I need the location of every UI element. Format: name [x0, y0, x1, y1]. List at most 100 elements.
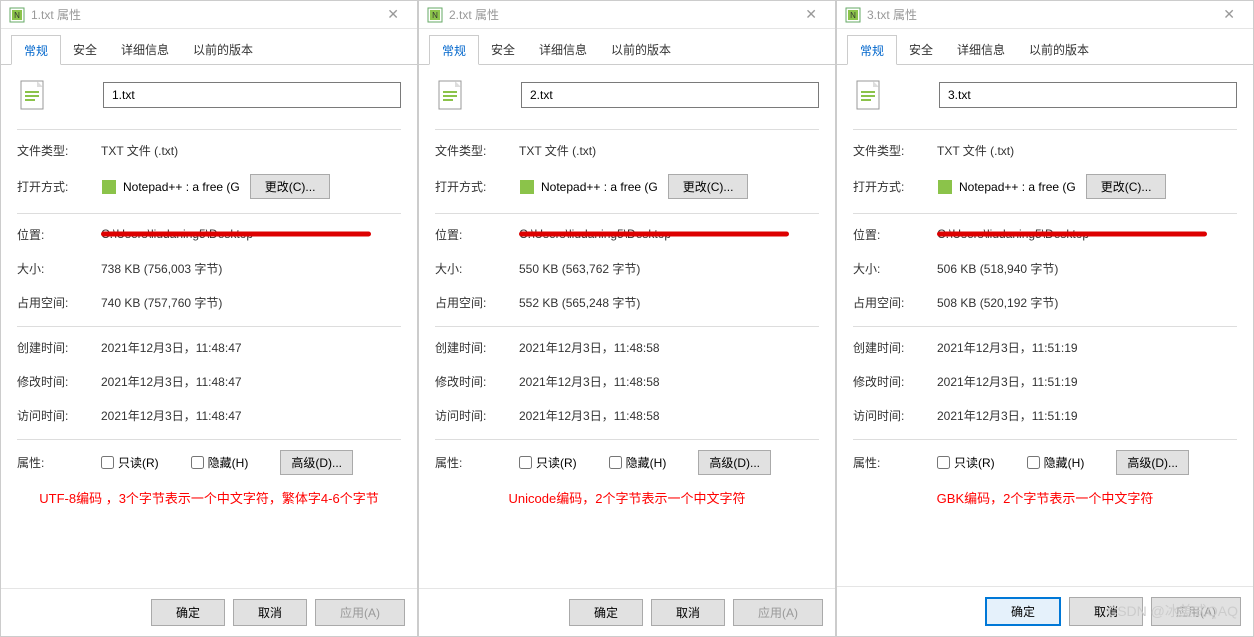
tab-security[interactable]: 安全 [61, 35, 109, 64]
file-type-label: 文件类型: [17, 142, 101, 159]
opens-with-value: Notepad++ : a free (G [541, 180, 658, 194]
properties-dialog-2: N 2.txt 属性 ✕ 常规 安全 详细信息 以前的版本 2.txt 文件类型… [418, 0, 836, 637]
file-type-icon [17, 79, 49, 111]
advanced-button[interactable]: 高级(D)... [698, 450, 771, 475]
location-label: 位置: [853, 226, 937, 243]
accessed-label: 访问时间: [435, 407, 519, 424]
notepad-plus-plus-icon [101, 179, 117, 195]
close-button[interactable]: ✕ [1213, 2, 1245, 27]
tab-security[interactable]: 安全 [897, 35, 945, 64]
size-label: 大小: [853, 260, 937, 277]
tab-content: 1.txt 文件类型:TXT 文件 (.txt) 打开方式: Notepad++… [1, 65, 417, 588]
apply-button[interactable]: 应用(A) [1151, 597, 1241, 626]
tab-details[interactable]: 详细信息 [527, 35, 599, 64]
divider [853, 439, 1237, 440]
location-label: 位置: [17, 226, 101, 243]
accessed-label: 访问时间: [853, 407, 937, 424]
accessed-value: 2021年12月3日，11:48:58 [519, 407, 819, 424]
filename-input[interactable]: 2.txt [521, 82, 819, 108]
readonly-checkbox[interactable]: 只读(R) [937, 454, 995, 471]
readonly-checkbox[interactable]: 只读(R) [101, 454, 159, 471]
tabs: 常规 安全 详细信息 以前的版本 [837, 29, 1253, 65]
location-value: C:\Users\liudaning5\Desktop [937, 227, 1237, 241]
dialog-footer: 确定 取消 应用(A) [419, 588, 835, 636]
cancel-button[interactable]: 取消 [1069, 597, 1143, 626]
cancel-button[interactable]: 取消 [233, 599, 307, 626]
hidden-checkbox[interactable]: 隐藏(H) [1027, 454, 1085, 471]
readonly-checkbox[interactable]: 只读(R) [519, 454, 577, 471]
tab-general[interactable]: 常规 [847, 35, 897, 65]
created-value: 2021年12月3日，11:48:58 [519, 339, 819, 356]
tab-general[interactable]: 常规 [11, 35, 61, 65]
ok-button[interactable]: 确定 [151, 599, 225, 626]
svg-text:N: N [432, 11, 438, 20]
opens-with-label: 打开方式: [435, 178, 519, 195]
filename-input[interactable]: 1.txt [103, 82, 401, 108]
encoding-annotation: UTF-8编码 ，3个字节表示一个中文字符，繁体字4-6个字节 [17, 489, 401, 510]
apply-button[interactable]: 应用(A) [733, 599, 823, 626]
tab-security[interactable]: 安全 [479, 35, 527, 64]
created-value: 2021年12月3日，11:48:47 [101, 339, 401, 356]
disk-size-value: 508 KB (520,192 字节) [937, 294, 1237, 311]
close-button[interactable]: ✕ [377, 2, 409, 27]
hidden-checkbox[interactable]: 隐藏(H) [609, 454, 667, 471]
disk-size-value: 552 KB (565,248 字节) [519, 294, 819, 311]
file-type-icon [853, 79, 885, 111]
change-button[interactable]: 更改(C)... [250, 174, 331, 199]
tabs: 常规 安全 详细信息 以前的版本 [419, 29, 835, 65]
apply-button[interactable]: 应用(A) [315, 599, 405, 626]
svg-text:N: N [850, 11, 856, 20]
tab-general[interactable]: 常规 [429, 35, 479, 65]
cancel-button[interactable]: 取消 [651, 599, 725, 626]
opens-with-label: 打开方式: [853, 178, 937, 195]
divider [17, 439, 401, 440]
advanced-button[interactable]: 高级(D)... [280, 450, 353, 475]
encoding-annotation: Unicode编码，2个字节表示一个中文字符 [435, 489, 819, 510]
titlebar[interactable]: N 2.txt 属性 ✕ [419, 1, 835, 29]
divider [17, 213, 401, 214]
opens-with-value: Notepad++ : a free (G [959, 180, 1076, 194]
notepad-plus-plus-icon [937, 179, 953, 195]
disk-size-value: 740 KB (757,760 字节) [101, 294, 401, 311]
filename-input[interactable]: 3.txt [939, 82, 1237, 108]
advanced-button[interactable]: 高级(D)... [1116, 450, 1189, 475]
titlebar[interactable]: N 3.txt 属性 ✕ [837, 1, 1253, 29]
notepad-plus-plus-icon: N [9, 7, 25, 23]
ok-button[interactable]: 确定 [569, 599, 643, 626]
modified-label: 修改时间: [17, 373, 101, 390]
file-type-label: 文件类型: [853, 142, 937, 159]
svg-text:N: N [14, 11, 20, 20]
change-button[interactable]: 更改(C)... [668, 174, 749, 199]
notepad-plus-plus-icon: N [427, 7, 443, 23]
tab-content: 3.txt 文件类型:TXT 文件 (.txt) 打开方式: Notepad++… [837, 65, 1253, 586]
created-label: 创建时间: [17, 339, 101, 356]
change-button[interactable]: 更改(C)... [1086, 174, 1167, 199]
tab-previous-versions[interactable]: 以前的版本 [1017, 35, 1101, 64]
accessed-value: 2021年12月3日，11:51:19 [937, 407, 1237, 424]
notepad-plus-plus-icon [519, 179, 535, 195]
divider [853, 326, 1237, 327]
file-type-value: TXT 文件 (.txt) [101, 142, 401, 159]
tab-previous-versions[interactable]: 以前的版本 [599, 35, 683, 64]
hidden-checkbox[interactable]: 隐藏(H) [191, 454, 249, 471]
created-label: 创建时间: [853, 339, 937, 356]
modified-label: 修改时间: [853, 373, 937, 390]
window-title: 1.txt 属性 [31, 6, 377, 23]
ok-button[interactable]: 确定 [985, 597, 1061, 626]
titlebar[interactable]: N 1.txt 属性 ✕ [1, 1, 417, 29]
close-button[interactable]: ✕ [795, 2, 827, 27]
size-value: 738 KB (756,003 字节) [101, 260, 401, 277]
divider [435, 439, 819, 440]
size-label: 大小: [17, 260, 101, 277]
accessed-label: 访问时间: [17, 407, 101, 424]
size-value: 506 KB (518,940 字节) [937, 260, 1237, 277]
window-title: 2.txt 属性 [449, 6, 795, 23]
divider [853, 213, 1237, 214]
properties-dialog-3: N 3.txt 属性 ✕ 常规 安全 详细信息 以前的版本 3.txt 文件类型… [836, 0, 1254, 637]
divider [853, 129, 1237, 130]
tab-details[interactable]: 详细信息 [945, 35, 1017, 64]
tab-previous-versions[interactable]: 以前的版本 [181, 35, 265, 64]
created-label: 创建时间: [435, 339, 519, 356]
tab-details[interactable]: 详细信息 [109, 35, 181, 64]
file-type-value: TXT 文件 (.txt) [519, 142, 819, 159]
